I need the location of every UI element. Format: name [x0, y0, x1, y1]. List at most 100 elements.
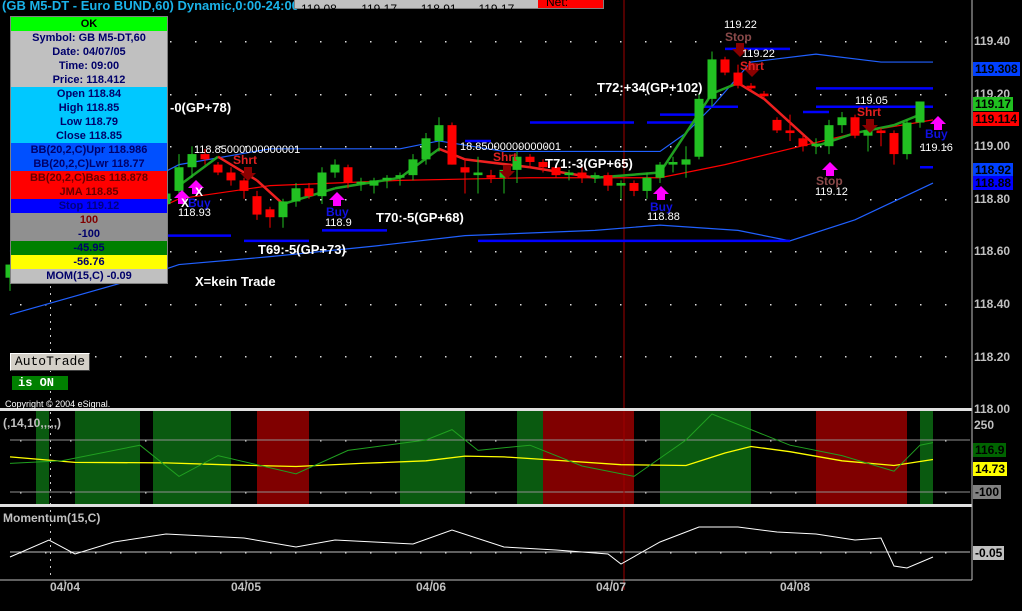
grid-dot	[120, 304, 122, 306]
grid-dot	[770, 146, 772, 148]
grid-dot	[645, 251, 647, 253]
grid-dot	[245, 94, 247, 96]
info-time: Time: 09:00	[58, 60, 120, 72]
candle-body	[304, 188, 314, 197]
candle-body	[694, 98, 704, 157]
grid-dot	[770, 356, 772, 358]
price-label: 118.93	[178, 207, 211, 219]
ok-button[interactable]: OK	[11, 17, 167, 31]
grid-dot	[320, 146, 322, 148]
grid-dot	[620, 356, 622, 358]
momentum-tag: -0.05	[973, 546, 1005, 560]
grid-dot	[320, 94, 322, 96]
grid-dot	[795, 251, 797, 253]
jma-line	[399, 147, 440, 179]
grid-dot	[920, 356, 922, 358]
grid-dot	[645, 304, 647, 306]
grid-dot	[870, 251, 872, 253]
grid-dot	[245, 251, 247, 253]
candle-body	[577, 172, 587, 178]
grid-dot	[370, 251, 372, 253]
candle-body	[733, 72, 743, 86]
grid-dot	[845, 199, 847, 201]
candle-body	[473, 172, 483, 176]
candle-body	[746, 85, 756, 89]
grid-dot	[670, 146, 672, 148]
grid-dot	[745, 251, 747, 253]
oscillator-label: (,14,10,,,,,)	[3, 416, 62, 430]
grid-dot	[670, 304, 672, 306]
grid-dot	[220, 304, 222, 306]
grid-dot	[845, 251, 847, 253]
grid-dot	[470, 251, 472, 253]
panel-separator	[0, 408, 972, 411]
grid-dot	[870, 356, 872, 358]
trade-label-t70: T70:-5(GP+68)	[376, 210, 464, 225]
grid-dot	[745, 199, 747, 201]
grid-dot	[520, 251, 522, 253]
price-tick-label: 118.80	[974, 191, 1011, 206]
grid-dot	[545, 304, 547, 306]
grid-dot	[920, 94, 922, 96]
grid-dot	[495, 356, 497, 358]
candle-body	[460, 167, 470, 173]
grid-dot	[270, 41, 272, 43]
candle-body	[668, 161, 678, 165]
grid-dot	[370, 41, 372, 43]
grid-dot	[720, 199, 722, 201]
grid-dot	[50, 482, 51, 484]
candle-body	[902, 122, 912, 155]
grid-dot	[395, 41, 397, 43]
momentum-label: Momentum(15,C)	[3, 511, 101, 525]
grid-dot	[345, 356, 347, 358]
candle-body	[226, 172, 236, 181]
grid-dot	[50, 531, 51, 533]
grid-dot	[170, 94, 172, 96]
candle-body	[720, 59, 730, 73]
info-stop: Stop 119.12	[11, 199, 167, 213]
grid-dot	[50, 321, 51, 323]
grid-dot	[295, 356, 297, 358]
candle-body	[616, 183, 626, 186]
grid-dot	[595, 146, 597, 148]
candle-body	[213, 164, 223, 173]
candle-body	[174, 167, 184, 191]
grid-dot	[695, 251, 697, 253]
date-label: 04/06	[416, 580, 447, 594]
grid-dot	[620, 199, 622, 201]
osc-level-tag: -100	[973, 485, 1002, 499]
grid-dot	[270, 356, 272, 358]
candle-body	[486, 175, 496, 178]
grid-dot	[170, 41, 172, 43]
price-tick-label: 118.60	[974, 244, 1011, 259]
osc-axis-top: 250	[974, 418, 995, 432]
info-momentum: MOM(15,C) -0.09	[46, 270, 132, 282]
grid-dot	[895, 41, 897, 43]
grid-dot	[470, 356, 472, 358]
grid-dot	[370, 94, 372, 96]
info-bb-basis: BB(20,2,C)Bas 118.878	[11, 171, 167, 185]
candle-body	[447, 125, 457, 165]
cursor-info-panel: OK Symbol: GB M5-DT,60 Date: 04/07/05 Ti…	[10, 16, 168, 284]
autotrade-button[interactable]: AutoTrade	[10, 353, 90, 371]
grid-dot	[670, 251, 672, 253]
grid-dot	[50, 328, 51, 330]
grid-dot	[345, 304, 347, 306]
grid-dot	[920, 304, 922, 306]
grid-dot	[345, 94, 347, 96]
grid-dot	[50, 538, 51, 540]
grid-dot	[20, 304, 22, 306]
grid-dot	[895, 356, 897, 358]
date-label: 04/07	[596, 580, 627, 594]
grid-dot	[395, 146, 397, 148]
grid-dot	[50, 342, 51, 344]
grid-dot	[820, 304, 822, 306]
oscillator-band	[920, 411, 933, 504]
grid-dot	[520, 94, 522, 96]
grid-dot	[50, 293, 51, 295]
grid-dot	[50, 447, 51, 449]
short-signal-label: Shrt	[233, 153, 257, 167]
panel-separator	[0, 504, 972, 507]
grid-dot	[570, 94, 572, 96]
info-open: Open 118.84	[11, 87, 167, 101]
